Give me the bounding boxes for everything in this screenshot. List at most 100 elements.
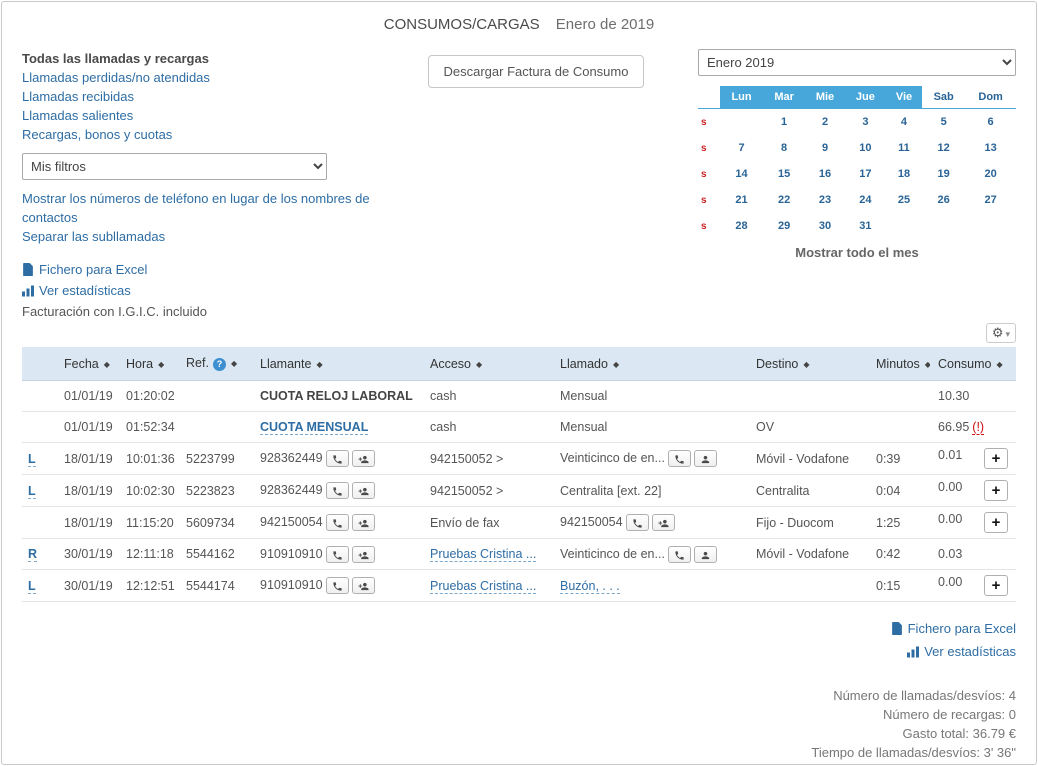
col-llamante[interactable]: Llamante◆: [252, 347, 422, 381]
statistics-link[interactable]: Ver estadísticas: [22, 281, 374, 300]
calendar-day-link[interactable]: 23: [819, 194, 831, 206]
voicemail-link[interactable]: Buzón, . . .: [560, 579, 620, 594]
calendar-day-link[interactable]: 28: [735, 220, 747, 232]
calendar-day-cell[interactable]: 18: [886, 161, 922, 187]
calendar-day-link[interactable]: 18: [898, 168, 910, 180]
calendar-day-cell[interactable]: 10: [845, 135, 886, 161]
calendar-day-cell[interactable]: 24: [845, 187, 886, 213]
calendar-day-cell[interactable]: 25: [886, 187, 922, 213]
statistics-link-bottom[interactable]: Ver estadísticas: [22, 641, 1016, 662]
calendar-day-link[interactable]: 16: [819, 168, 831, 180]
call-button[interactable]: [326, 546, 349, 563]
calendar-day-link[interactable]: 6: [988, 116, 994, 128]
calendar-day-cell[interactable]: 6: [965, 109, 1016, 136]
calendar-day-link[interactable]: 5: [941, 116, 947, 128]
calendar-day-cell[interactable]: 29: [763, 213, 805, 239]
contact-link[interactable]: Pruebas Cristina ...: [430, 579, 536, 594]
calendar-day-link[interactable]: 3: [862, 116, 868, 128]
month-select[interactable]: Enero 2019: [698, 49, 1016, 76]
contact-button[interactable]: [694, 450, 717, 467]
calendar-day-cell[interactable]: 31: [845, 213, 886, 239]
add-contact-button[interactable]: [352, 577, 375, 594]
calendar-day-link[interactable]: 27: [984, 194, 996, 206]
calendar-day-link[interactable]: 13: [984, 142, 996, 154]
calendar-day-cell[interactable]: 11: [886, 135, 922, 161]
filter-recharges[interactable]: Recargas, bonos y cuotas: [22, 125, 374, 144]
calendar-day-cell[interactable]: 19: [922, 161, 965, 187]
call-button[interactable]: [326, 482, 349, 499]
call-button[interactable]: [626, 514, 649, 531]
calendar-day-link[interactable]: 4: [901, 116, 907, 128]
show-numbers-link[interactable]: Mostrar los números de teléfono en lugar…: [22, 189, 374, 227]
calendar-day-cell[interactable]: 9: [805, 135, 845, 161]
week-select-link[interactable]: s: [701, 221, 707, 232]
col-consumo[interactable]: Consumo◆: [930, 347, 1016, 381]
add-contact-button[interactable]: [352, 546, 375, 563]
expand-row-button[interactable]: +: [984, 512, 1008, 533]
calendar-day-link[interactable]: 21: [735, 194, 747, 206]
show-full-month-link[interactable]: Mostrar todo el mes: [698, 245, 1016, 260]
calendar-day-cell[interactable]: 23: [805, 187, 845, 213]
calendar-day-link[interactable]: 22: [778, 194, 790, 206]
calendar-day-link[interactable]: 8: [781, 142, 787, 154]
calendar-day-cell[interactable]: 15: [763, 161, 805, 187]
col-hora[interactable]: Hora◆: [118, 347, 178, 381]
calendar-day-link[interactable]: 17: [859, 168, 871, 180]
calendar-day-link[interactable]: 1: [781, 116, 787, 128]
contact-link[interactable]: Pruebas Cristina ...: [430, 547, 536, 562]
col-llamado[interactable]: Llamado◆: [552, 347, 748, 381]
subcall-marker[interactable]: L: [28, 484, 36, 499]
subcall-marker[interactable]: R: [28, 547, 37, 562]
calendar-day-link[interactable]: 10: [859, 142, 871, 154]
excel-file-link[interactable]: Fichero para Excel: [22, 260, 374, 279]
subcall-marker[interactable]: L: [28, 452, 36, 467]
contact-button[interactable]: [694, 546, 717, 563]
my-filters-select[interactable]: Mis filtros: [22, 153, 327, 180]
call-button[interactable]: [326, 450, 349, 467]
expand-row-button[interactable]: +: [984, 480, 1008, 501]
calendar-day-cell[interactable]: 22: [763, 187, 805, 213]
calendar-day-cell[interactable]: 20: [965, 161, 1016, 187]
calendar-day-link[interactable]: 30: [819, 220, 831, 232]
week-select-link[interactable]: s: [701, 169, 707, 180]
call-button[interactable]: [326, 577, 349, 594]
calendar-day-link[interactable]: 9: [822, 142, 828, 154]
expand-row-button[interactable]: +: [984, 448, 1008, 469]
add-contact-button[interactable]: [352, 482, 375, 499]
calendar-day-cell[interactable]: 3: [845, 109, 886, 136]
call-button[interactable]: [668, 546, 691, 563]
calendar-day-cell[interactable]: 13: [965, 135, 1016, 161]
charge-detail-link[interactable]: CUOTA MENSUAL: [260, 420, 368, 435]
calendar-day-link[interactable]: 24: [859, 194, 871, 206]
calendar-day-cell[interactable]: 26: [922, 187, 965, 213]
week-select-link[interactable]: s: [701, 143, 707, 154]
ref-help-icon[interactable]: ?: [213, 358, 226, 371]
filter-missed-calls[interactable]: Llamadas perdidas/no atendidas: [22, 68, 374, 87]
calendar-day-cell[interactable]: 28: [720, 213, 763, 239]
separate-subcalls-link[interactable]: Separar las subllamadas: [22, 227, 374, 246]
calendar-day-cell[interactable]: 1: [763, 109, 805, 136]
excel-file-link-bottom[interactable]: Fichero para Excel: [22, 618, 1016, 639]
calendar-day-cell[interactable]: 16: [805, 161, 845, 187]
week-select-link[interactable]: s: [701, 195, 707, 206]
calendar-day-link[interactable]: 11: [898, 142, 910, 154]
calendar-day-link[interactable]: 26: [938, 194, 950, 206]
table-settings-button[interactable]: ⚙▾: [986, 323, 1016, 343]
calendar-day-link[interactable]: 7: [738, 142, 744, 154]
subcall-marker[interactable]: L: [28, 579, 36, 594]
add-contact-button[interactable]: [352, 450, 375, 467]
calendar-day-cell[interactable]: 2: [805, 109, 845, 136]
calendar-day-cell[interactable]: 7: [720, 135, 763, 161]
calendar-day-link[interactable]: 29: [778, 220, 790, 232]
filter-outgoing-calls[interactable]: Llamadas salientes: [22, 106, 374, 125]
call-button[interactable]: [326, 514, 349, 531]
calendar-day-cell[interactable]: 17: [845, 161, 886, 187]
expand-row-button[interactable]: +: [984, 575, 1008, 596]
calendar-day-cell[interactable]: 27: [965, 187, 1016, 213]
calendar-day-link[interactable]: 25: [898, 194, 910, 206]
calendar-day-cell[interactable]: 8: [763, 135, 805, 161]
calendar-day-cell[interactable]: 5: [922, 109, 965, 136]
calendar-day-link[interactable]: 31: [859, 220, 871, 232]
week-select-link[interactable]: s: [701, 117, 707, 128]
filter-all-calls[interactable]: Todas las llamadas y recargas: [22, 49, 374, 68]
